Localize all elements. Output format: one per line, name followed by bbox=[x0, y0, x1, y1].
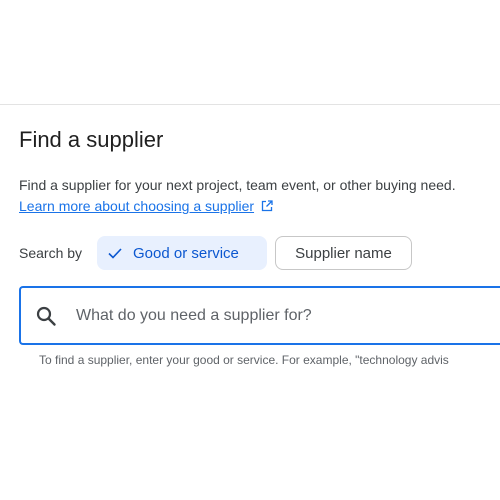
external-link-icon bbox=[261, 200, 273, 212]
find-supplier-page: Find a supplier Find a supplier for your… bbox=[0, 0, 500, 500]
search-hint: To find a supplier, enter your good or s… bbox=[39, 353, 449, 367]
good-or-service-chip-label: Good or service bbox=[133, 244, 239, 262]
learn-more-link[interactable]: Learn more about choosing a supplier bbox=[19, 197, 273, 215]
check-icon bbox=[108, 248, 122, 259]
good-or-service-chip[interactable]: Good or service bbox=[97, 236, 267, 270]
supplier-name-chip-label: Supplier name bbox=[295, 244, 392, 262]
supplier-search-box[interactable] bbox=[19, 286, 500, 345]
learn-more-link-label: Learn more about choosing a supplier bbox=[19, 198, 255, 214]
supplier-name-chip[interactable]: Supplier name bbox=[275, 236, 412, 270]
top-divider bbox=[0, 104, 500, 105]
search-by-label: Search by bbox=[19, 245, 83, 261]
search-icon bbox=[36, 306, 56, 326]
page-description: Find a supplier for your next project, t… bbox=[19, 177, 456, 193]
supplier-search-input[interactable] bbox=[76, 306, 496, 325]
page-title: Find a supplier bbox=[19, 127, 164, 152]
